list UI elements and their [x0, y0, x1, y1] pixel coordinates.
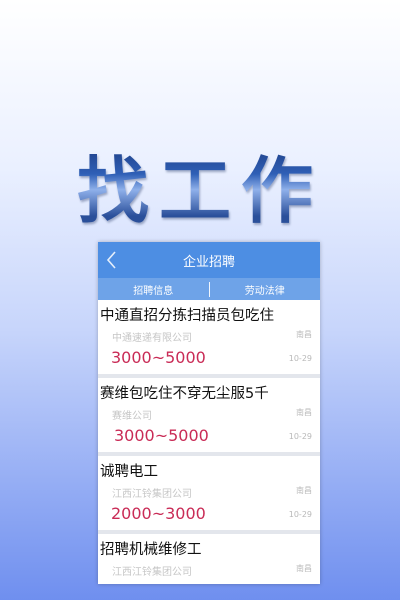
- tab-job-info[interactable]: 招聘信息: [98, 282, 209, 297]
- salary-range: 2000~3000: [111, 504, 206, 523]
- job-location: 南昌: [296, 564, 312, 573]
- post-date: 10-29: [288, 354, 312, 363]
- top-bar: 企业招聘: [98, 242, 320, 278]
- company-name: 江西江铃集团公司: [112, 567, 192, 578]
- tab-bar: 招聘信息 劳动法律: [98, 278, 320, 300]
- job-location: 南昌: [296, 330, 312, 339]
- job-location: 南昌: [296, 486, 312, 495]
- job-list: 中通直招分拣扫描员包吃住 中通速递有限公司 南昌 3000~5000 10-29…: [98, 300, 320, 584]
- job-card[interactable]: 赛维包吃住不穿无尘服5千 赛维公司 南昌 3000~5000 10-29: [98, 378, 320, 456]
- job-title: 招聘机械维修工: [100, 542, 202, 558]
- job-title: 中通直招分拣扫描员包吃住: [100, 308, 274, 324]
- job-card[interactable]: 招聘机械维修工 江西江铃集团公司 南昌: [98, 534, 320, 584]
- post-date: 10-29: [288, 432, 312, 441]
- post-date: 10-29: [288, 510, 312, 519]
- job-location: 南昌: [296, 408, 312, 417]
- company-name: 中通速递有限公司: [112, 333, 192, 344]
- salary-range: 3000~5000: [111, 348, 206, 367]
- app-screen: 企业招聘 招聘信息 劳动法律 中通直招分拣扫描员包吃住 中通速递有限公司 南昌 …: [98, 242, 320, 584]
- job-title: 诚聘电工: [100, 464, 158, 480]
- job-title: 赛维包吃住不穿无尘服5千: [100, 386, 269, 402]
- chevron-left-icon[interactable]: [104, 248, 120, 272]
- salary-range: 3000~5000: [114, 426, 209, 445]
- hero-title: 找工作: [0, 132, 400, 237]
- tab-labor-law[interactable]: 劳动法律: [210, 282, 321, 297]
- job-card[interactable]: 中通直招分拣扫描员包吃住 中通速递有限公司 南昌 3000~5000 10-29: [98, 300, 320, 378]
- tab-divider: [208, 281, 210, 297]
- company-name: 江西江铃集团公司: [112, 489, 192, 500]
- page-title: 企业招聘: [182, 254, 235, 270]
- company-name: 赛维公司: [112, 411, 152, 422]
- job-card[interactable]: 诚聘电工 江西江铃集团公司 南昌 2000~3000 10-29: [98, 456, 320, 534]
